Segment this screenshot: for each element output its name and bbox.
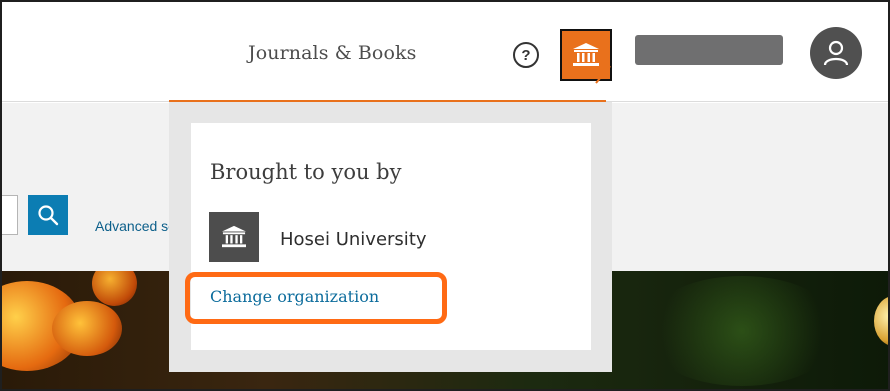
- dropdown-accent-line: [169, 100, 606, 102]
- institution-icon: [573, 43, 599, 66]
- hero-glow: [642, 276, 842, 386]
- help-icon: ?: [521, 46, 531, 64]
- nav-journals-books[interactable]: Journals & Books: [248, 42, 416, 64]
- site-header: Journals & Books ?: [2, 2, 888, 102]
- redacted-account-name[interactable]: [635, 35, 783, 65]
- hero-blob: [52, 301, 122, 356]
- user-icon: [823, 40, 849, 66]
- search-input[interactable]: [2, 195, 18, 235]
- organization-name: Hosei University: [280, 229, 427, 250]
- user-avatar-button[interactable]: [810, 27, 862, 79]
- hero-blob: [874, 296, 888, 346]
- institution-icon: [222, 225, 246, 248]
- help-button[interactable]: ?: [513, 42, 539, 68]
- search-icon: [38, 205, 59, 226]
- page-frame: Journals & Books ? Advanced sea Brought …: [0, 0, 890, 391]
- organization-logo: [209, 212, 259, 262]
- brought-to-you-heading: Brought to you by: [210, 160, 402, 184]
- highlight-box: [185, 272, 447, 324]
- search-button[interactable]: [28, 195, 68, 235]
- hero-blob: [92, 271, 137, 306]
